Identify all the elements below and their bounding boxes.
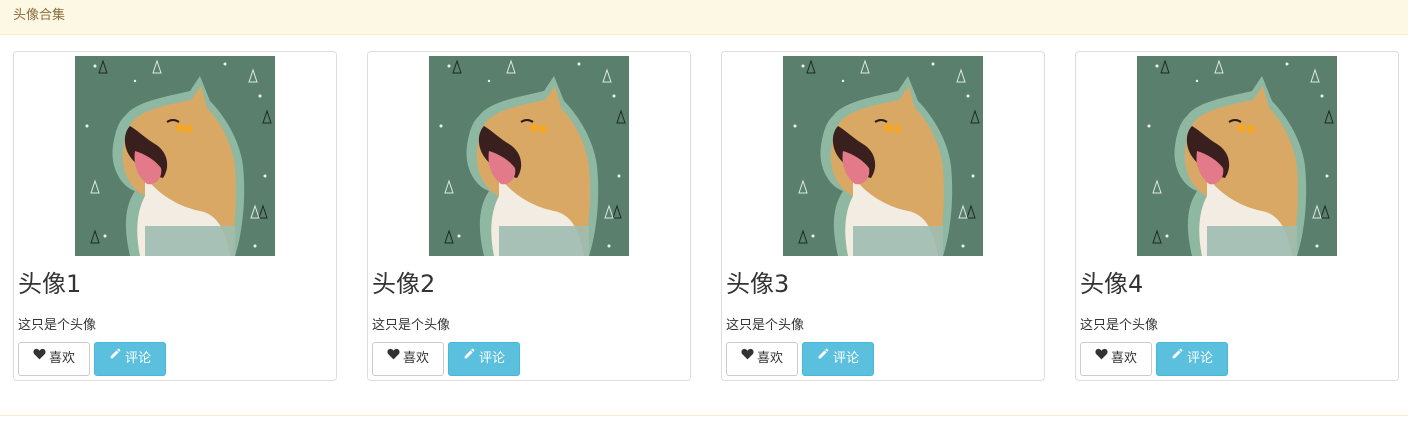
avatar-card: 头像4 这只是个头像 喜欢 评论 (1075, 51, 1399, 381)
card-description: 这只是个头像 (18, 318, 97, 333)
heart-icon (1095, 341, 1108, 373)
like-button[interactable]: 喜欢 (726, 342, 798, 376)
like-button-label: 喜欢 (1110, 351, 1137, 366)
card-description: 这只是个头像 (726, 318, 805, 333)
avatar-image (1137, 56, 1337, 256)
card-title: 头像2 (372, 270, 436, 298)
card-description: 这只是个头像 (372, 318, 451, 333)
comment-button[interactable]: 评论 (802, 342, 874, 376)
like-button[interactable]: 喜欢 (1080, 342, 1152, 376)
panel-heading: 头像合集 (0, 0, 1408, 35)
like-button-label: 喜欢 (756, 351, 783, 366)
avatar-image (783, 56, 983, 256)
like-button[interactable]: 喜欢 (372, 342, 444, 376)
panel-footer-divider (0, 415, 1408, 416)
comment-button[interactable]: 评论 (1156, 342, 1228, 376)
avatar-image (429, 56, 629, 256)
card-title: 头像1 (18, 270, 82, 298)
card-title: 头像3 (726, 270, 790, 298)
avatar-card: 头像2 这只是个头像 喜欢 评论 (367, 51, 691, 381)
card-description: 这只是个头像 (1080, 318, 1159, 333)
heart-icon (741, 341, 754, 373)
panel-title: 头像合集 (13, 8, 66, 23)
comment-button-label: 评论 (478, 351, 505, 366)
pencil-icon (817, 341, 830, 373)
comment-button-label: 评论 (124, 351, 151, 366)
avatar-card: 头像1 这只是个头像 喜欢 评论 (13, 51, 337, 381)
heart-icon (33, 341, 46, 373)
comment-button-label: 评论 (1186, 351, 1213, 366)
like-button[interactable]: 喜欢 (18, 342, 90, 376)
like-button-label: 喜欢 (402, 351, 429, 366)
like-button-label: 喜欢 (48, 351, 75, 366)
comment-button[interactable]: 评论 (94, 342, 166, 376)
pencil-icon (463, 341, 476, 373)
comment-button[interactable]: 评论 (448, 342, 520, 376)
avatar-image (75, 56, 275, 256)
heart-icon (387, 341, 400, 373)
comment-button-label: 评论 (832, 351, 859, 366)
avatar-card: 头像3 这只是个头像 喜欢 评论 (721, 51, 1045, 381)
pencil-icon (109, 341, 122, 373)
card-title: 头像4 (1080, 270, 1144, 298)
pencil-icon (1171, 341, 1184, 373)
